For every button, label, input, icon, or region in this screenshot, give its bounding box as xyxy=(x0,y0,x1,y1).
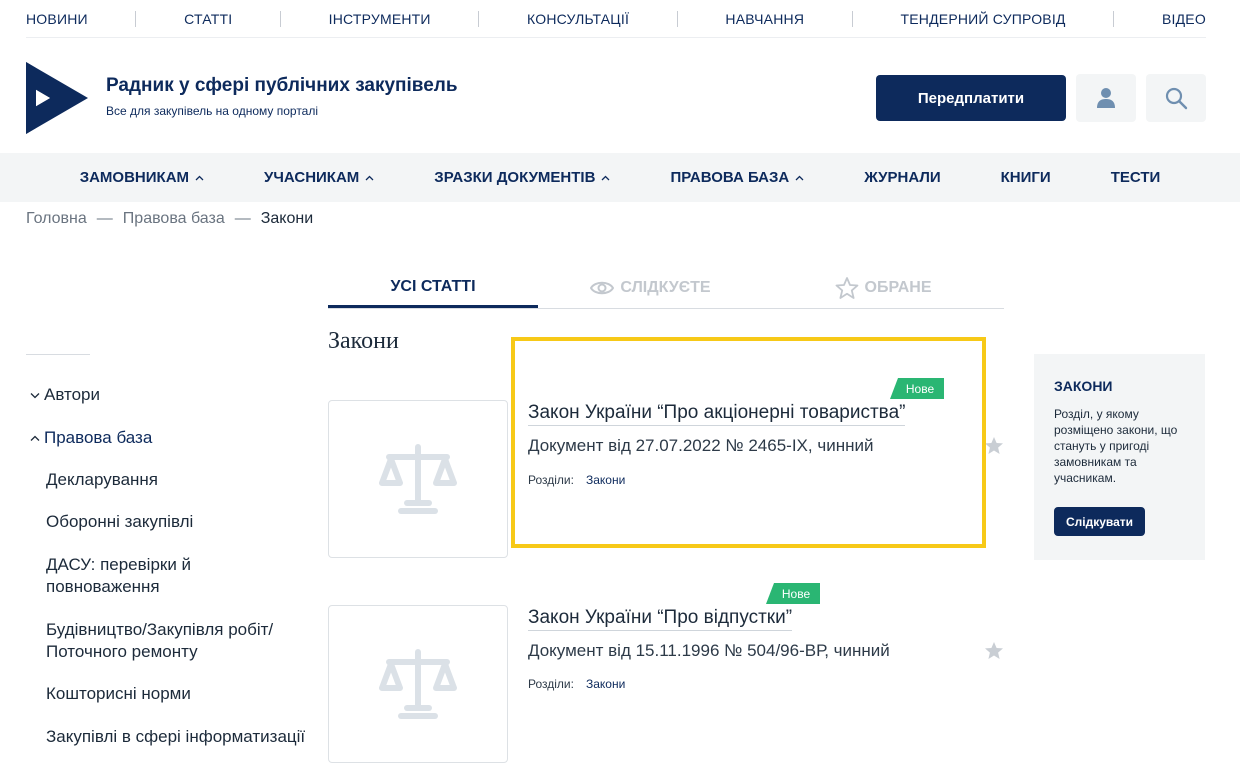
article-meta: Документ від 15.11.1996 № 504/96-ВР, чин… xyxy=(528,641,890,660)
chevron-up-icon xyxy=(795,175,804,180)
nav-books[interactable]: КНИГИ xyxy=(1001,169,1051,186)
topnav-divider xyxy=(478,10,480,27)
article-thumbnail[interactable] xyxy=(328,400,508,558)
topnav-divider xyxy=(135,10,137,27)
nav-legal-base[interactable]: ПРАВОВА БАЗА xyxy=(670,169,804,186)
page-title: Закони xyxy=(328,328,399,354)
breadcrumb-home[interactable]: Головна xyxy=(26,210,87,228)
breadcrumb-separator: — xyxy=(96,210,113,227)
chevron-up-icon xyxy=(601,175,610,180)
article-meta: Документ від 27.07.2022 № 2465-IX, чинни… xyxy=(528,436,874,455)
article-title[interactable]: Закон України “Про відпустки” xyxy=(528,607,793,631)
account-button[interactable] xyxy=(1076,74,1136,122)
section-info-widget: ЗАКОНИ Розділ, у якому розміщено закони,… xyxy=(1034,354,1205,560)
widget-description: Розділ, у якому розміщено закони, що ста… xyxy=(1054,407,1178,485)
breadcrumb-separator: — xyxy=(234,210,251,227)
nav-tests[interactable]: ТЕСТИ xyxy=(1111,169,1161,186)
topnav-news[interactable]: НОВИНИ xyxy=(26,11,88,27)
search-button[interactable] xyxy=(1146,74,1206,122)
nav-document-samples-label: ЗРАЗКИ ДОКУМЕНТІВ xyxy=(434,169,596,186)
nav-participants[interactable]: УЧАСНИКАМ xyxy=(264,169,374,186)
subscribe-button[interactable]: Передплатити xyxy=(876,75,1066,121)
sidebar-subitem-construction[interactable]: Будівництво/Закупівля робіт/ Поточного р… xyxy=(46,619,306,663)
topnav-divider xyxy=(676,10,678,27)
user-icon xyxy=(1097,88,1115,108)
site-title[interactable]: Радник у сфері публічних закупівель xyxy=(106,75,458,97)
topnav-divider xyxy=(279,10,281,27)
sidebar-item-legal-base[interactable]: Правова база xyxy=(30,428,152,448)
sidebar-subitem-informatization[interactable]: Закупівлі в сфері інформатизації xyxy=(46,726,306,748)
site-logo-icon[interactable] xyxy=(26,62,88,134)
search-icon xyxy=(1165,87,1188,110)
topnav-divider xyxy=(1113,10,1115,27)
tab-favorites-label: ОБРАНЕ xyxy=(864,279,932,296)
scales-icon xyxy=(379,444,457,514)
eye-icon xyxy=(590,281,615,295)
article-title[interactable]: Закон України “Про акціонерні товариства… xyxy=(528,402,906,426)
breadcrumb-current: Закони xyxy=(260,210,314,227)
topnav-divider xyxy=(851,10,853,27)
follow-button[interactable]: Слідкувати xyxy=(1054,507,1145,536)
topnav-consultations[interactable]: КОНСУЛЬТАЦІЇ xyxy=(527,11,629,27)
sidebar-item-authors-label: Автори xyxy=(44,385,100,404)
nav-customers[interactable]: ЗАМОВНИКАМ xyxy=(80,169,204,186)
tab-following-label: СЛІДКУЄТЕ xyxy=(620,279,711,296)
sidebar-divider xyxy=(26,354,90,355)
article-thumbnail[interactable] xyxy=(328,605,508,763)
sidebar-subitem-declaration[interactable]: Декларування xyxy=(46,469,306,491)
topnav-tender-support[interactable]: ТЕНДЕРНИЙ СУПРОВІД xyxy=(901,11,1066,27)
article-sections: Розділи: Закони xyxy=(528,473,625,487)
topnav-articles[interactable]: СТАТТІ xyxy=(184,11,232,27)
top-navigation: НОВИНИ СТАТТІ ІНСТРУМЕНТИ КОНСУЛЬТАЦІЇ Н… xyxy=(26,0,1206,38)
scales-icon xyxy=(379,649,457,719)
article-sections-label: Розділи: xyxy=(528,473,574,487)
topnav-tools[interactable]: ІНСТРУМЕНТИ xyxy=(329,11,431,27)
tab-favorites[interactable]: ОБРАНЕ xyxy=(763,268,1003,308)
sidebar-item-authors[interactable]: Автори xyxy=(30,385,100,405)
nav-legal-base-label: ПРАВОВА БАЗА xyxy=(670,169,790,186)
main-navigation: ЗАМОВНИКАМ УЧАСНИКАМ ЗРАЗКИ ДОКУМЕНТІВ П… xyxy=(0,153,1240,202)
favorite-star-icon[interactable] xyxy=(984,436,1004,456)
chevron-up-icon xyxy=(195,175,204,180)
nav-journals[interactable]: ЖУРНАЛИ xyxy=(864,169,940,186)
article-section-link[interactable]: Закони xyxy=(586,473,625,487)
sidebar-subitem-dasu[interactable]: ДАСУ: перевірки й повноваження xyxy=(46,554,306,598)
article-sections-label: Розділи: xyxy=(528,677,574,691)
nav-document-samples[interactable]: ЗРАЗКИ ДОКУМЕНТІВ xyxy=(434,169,610,186)
sidebar-item-legal-base-label: Правова база xyxy=(44,428,153,447)
article-sections: Розділи: Закони xyxy=(528,677,625,691)
star-outline-icon xyxy=(835,277,858,299)
breadcrumb-legal-base[interactable]: Правова база xyxy=(123,210,225,228)
site-subtitle: Все для закупівель на одному порталі xyxy=(106,104,319,118)
new-badge: Нове xyxy=(890,378,944,399)
article-section-link[interactable]: Закони xyxy=(586,677,625,691)
tab-all-articles[interactable]: УСІ СТАТТІ xyxy=(328,268,538,308)
sidebar-subitem-defense[interactable]: Оборонні закупівлі xyxy=(46,511,306,533)
chevron-up-icon xyxy=(30,435,40,441)
topnav-training[interactable]: НАВЧАННЯ xyxy=(725,11,804,27)
widget-title: ЗАКОНИ xyxy=(1054,378,1113,394)
favorite-star-icon[interactable] xyxy=(984,641,1004,661)
chevron-up-icon xyxy=(365,175,374,180)
tab-following[interactable]: СЛІДКУЄТЕ xyxy=(538,268,763,308)
nav-participants-label: УЧАСНИКАМ xyxy=(264,169,360,186)
article-tabs: УСІ СТАТТІ СЛІДКУЄТЕ ОБРАНЕ xyxy=(328,268,1004,309)
topnav-video[interactable]: ВІДЕО xyxy=(1162,11,1206,27)
nav-customers-label: ЗАМОВНИКАМ xyxy=(79,169,190,186)
breadcrumb: Головна — Правова база — Закони xyxy=(26,210,313,228)
chevron-down-icon xyxy=(30,392,40,398)
sidebar-subitem-estimates[interactable]: Кошторисні норми xyxy=(46,683,306,705)
new-badge: Нове xyxy=(766,583,820,604)
